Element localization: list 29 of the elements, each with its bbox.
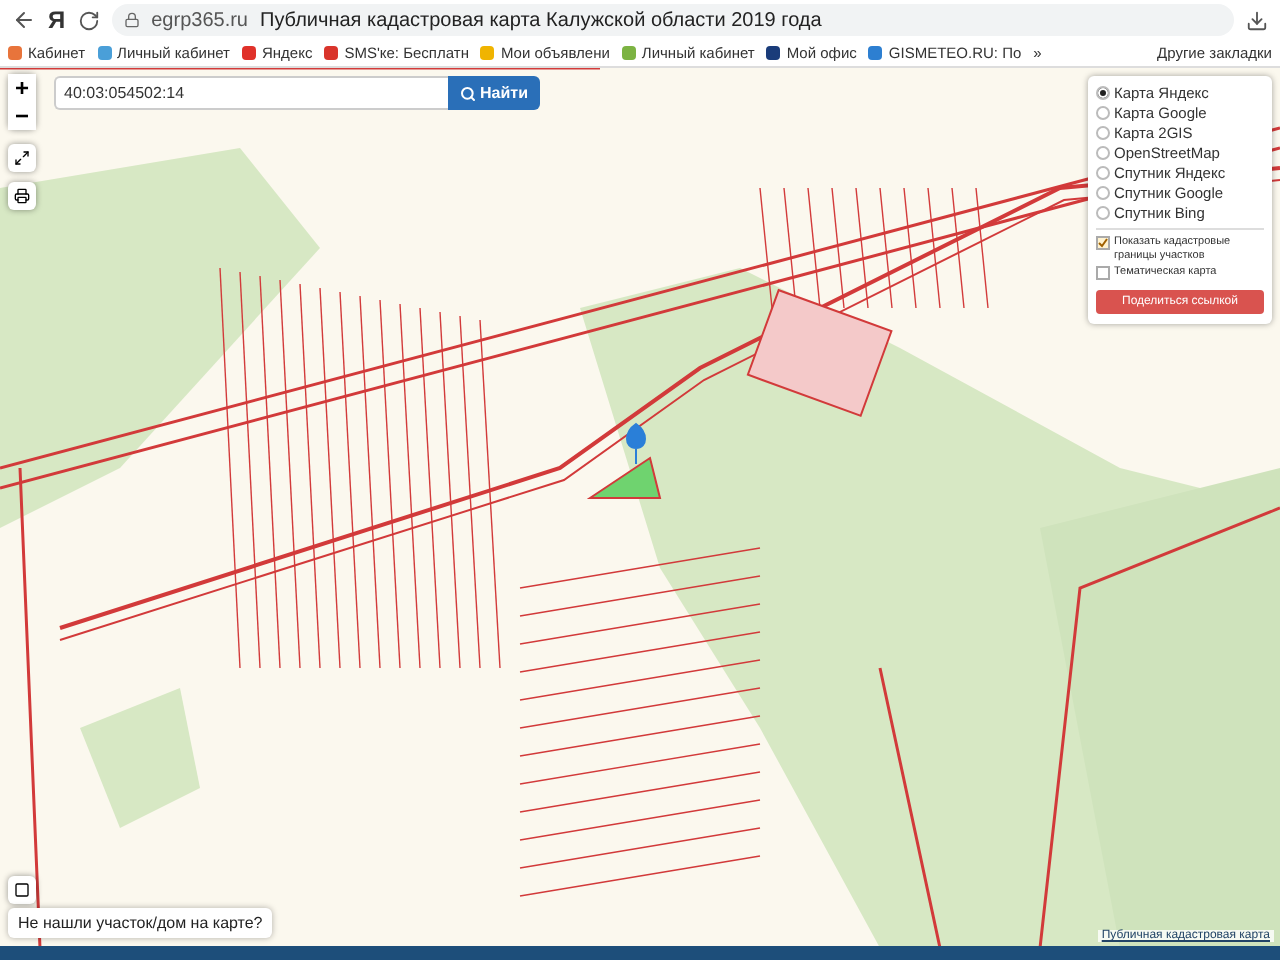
square-button[interactable]: [8, 876, 36, 904]
expand-icon: [14, 150, 30, 166]
radio-button[interactable]: [1096, 146, 1110, 160]
search-field[interactable]: 40:03:054502:14: [54, 76, 449, 110]
reload-icon[interactable]: [77, 9, 100, 31]
radio-button[interactable]: [1096, 166, 1110, 180]
zoom-out-button[interactable]: −: [8, 102, 36, 130]
url-text: egrp365.ru: [151, 9, 248, 31]
browser-logo[interactable]: Я: [48, 6, 66, 34]
page-title: Публичная кадастровая карта Калужской области 2019 года: [260, 9, 822, 31]
checkbox[interactable]: [1096, 266, 1110, 280]
radio-button[interactable]: [1096, 86, 1110, 100]
square-icon: [14, 882, 30, 898]
radio-button[interactable]: [1096, 206, 1110, 220]
radio-button[interactable]: [1096, 186, 1110, 200]
checkbox[interactable]: [1096, 236, 1110, 250]
not-found-button[interactable]: Не нашли участок/дом на карте?: [8, 908, 273, 938]
zoom-in-button[interactable]: +: [8, 74, 36, 102]
lock-icon: [123, 12, 140, 28]
fullscreen-button[interactable]: [8, 144, 36, 172]
printer-icon: [14, 188, 30, 204]
download-icon[interactable]: [1246, 9, 1268, 31]
back-icon[interactable]: [12, 8, 36, 32]
address-bar[interactable]: egrp365.ru Публичная кадастровая карта Калужской области 2019 года: [111, 4, 1234, 36]
print-button[interactable]: [8, 182, 36, 210]
search-icon: [460, 85, 477, 101]
radio-button[interactable]: [1096, 106, 1110, 120]
radio-button[interactable]: [1096, 126, 1110, 140]
find-button[interactable]: Найти: [448, 76, 540, 110]
